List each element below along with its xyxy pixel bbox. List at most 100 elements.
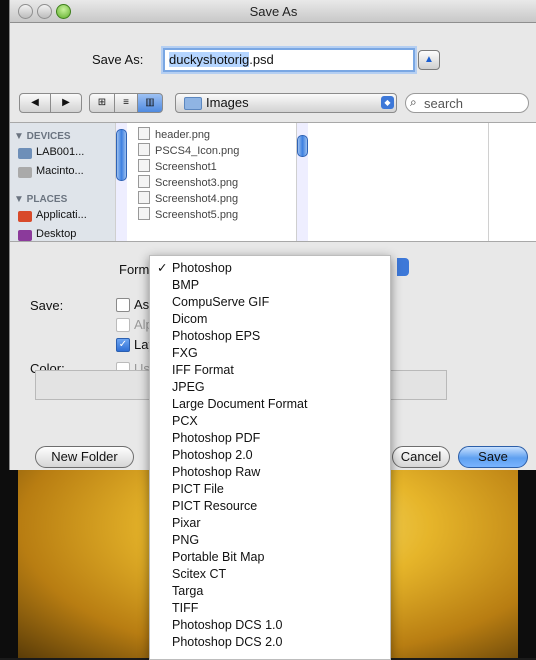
desktop-icon xyxy=(18,230,32,241)
format-menu-item[interactable]: Photoshop 2.0 xyxy=(150,447,390,464)
files-column: header.png PSCS4_Icon.png Screenshot1 Sc… xyxy=(126,123,297,241)
sidebar-item-applications[interactable]: Applicati... xyxy=(36,209,87,221)
format-menu-item-label: Portable Bit Map xyxy=(172,550,265,564)
format-menu-item[interactable]: PICT Resource xyxy=(150,498,390,515)
format-menu-item[interactable]: Photoshop DCS 1.0 xyxy=(150,617,390,634)
format-menu-item-label: PNG xyxy=(172,533,200,547)
back-button[interactable]: ◀ xyxy=(19,93,51,113)
format-menu-item[interactable]: Scitex CT xyxy=(150,566,390,583)
file-item[interactable]: Screenshot1 xyxy=(138,159,217,175)
file-item[interactable]: PSCS4_Icon.png xyxy=(138,143,239,159)
format-menu-item[interactable]: PICT File xyxy=(150,481,390,498)
file-icon xyxy=(138,207,150,220)
search-placeholder: search xyxy=(424,96,464,111)
format-menu-item-label: PCX xyxy=(172,414,198,428)
computer-icon xyxy=(18,148,32,159)
file-icon xyxy=(138,191,150,204)
file-item[interactable]: Screenshot4.png xyxy=(138,191,238,207)
format-menu-item[interactable]: FXG xyxy=(150,345,390,362)
column-view-button[interactable]: ▥ xyxy=(137,93,163,113)
format-menu-item-label: Photoshop PDF xyxy=(172,431,261,445)
filename-input[interactable]: duckyshotorig.psd xyxy=(163,48,415,72)
format-menu-item[interactable]: JPEG xyxy=(150,379,390,396)
format-menu-item[interactable]: CompuServe GIF xyxy=(150,294,390,311)
file-item[interactable]: Screenshot3.png xyxy=(138,175,238,191)
forward-button[interactable]: ▶ xyxy=(50,93,82,113)
devices-header: ▼ DEVICES xyxy=(14,131,71,142)
empty-column xyxy=(308,123,489,241)
window-title: Save As xyxy=(249,4,298,19)
format-menu-item[interactable]: PNG xyxy=(150,532,390,549)
icon-view-button[interactable]: ⊞ xyxy=(89,93,115,113)
applications-icon xyxy=(18,211,32,222)
format-menu-item[interactable]: Pixar xyxy=(150,515,390,532)
folder-icon xyxy=(184,97,202,110)
hard-drive-icon xyxy=(18,167,32,178)
column-view-icon: ▥ xyxy=(145,97,155,108)
format-menu-item[interactable]: Portable Bit Map xyxy=(150,549,390,566)
location-popup[interactable]: Images ◆ xyxy=(175,93,397,113)
checkmark-icon: ✓ xyxy=(157,261,168,275)
format-menu-item-label: Photoshop 2.0 xyxy=(172,448,253,462)
format-popup-arrows[interactable] xyxy=(397,258,409,276)
sidebar-item-desktop[interactable]: Desktop xyxy=(36,228,76,240)
search-field[interactable]: ⌕ search xyxy=(405,93,529,113)
format-menu-item[interactable]: BMP xyxy=(150,277,390,294)
sidebar: ▼ DEVICES LAB001... Macinto... ▼ PLACES … xyxy=(10,123,127,241)
format-menu-item[interactable]: Photoshop EPS xyxy=(150,328,390,345)
format-menu-item[interactable]: Photoshop DCS 2.0 xyxy=(150,634,390,651)
as-copy-checkbox[interactable] xyxy=(116,298,130,312)
format-menu-item-label: TIFF xyxy=(172,601,199,615)
sidebar-item-macintosh[interactable]: Macinto... xyxy=(36,165,84,177)
file-icon xyxy=(138,143,150,156)
format-menu-item-label: JPEG xyxy=(172,380,205,394)
format-menu-item-label: FXG xyxy=(172,346,198,360)
cancel-button[interactable]: Cancel xyxy=(392,446,450,468)
title-bar: Save As xyxy=(10,0,536,23)
save-button[interactable]: Save xyxy=(458,446,528,468)
format-menu-item-label: Photoshop EPS xyxy=(172,329,261,343)
places-header: ▼ PLACES xyxy=(14,194,68,205)
format-menu-item[interactable]: ✓ Photoshop xyxy=(150,260,390,277)
format-menu-item[interactable]: Targa xyxy=(150,583,390,600)
alpha-checkbox[interactable] xyxy=(116,318,130,332)
format-menu-item-label: Photoshop xyxy=(172,261,232,275)
format-menu-item-label: Pixar xyxy=(172,516,201,530)
expand-dialog-button[interactable]: ▲ xyxy=(418,50,440,70)
file-item[interactable]: header.png xyxy=(138,127,210,143)
list-view-button[interactable]: ≡ xyxy=(114,93,138,113)
format-menu-item-label: PICT File xyxy=(172,482,224,496)
format-menu-item-label: Photoshop DCS 1.0 xyxy=(172,618,283,632)
search-icon: ⌕ xyxy=(410,95,417,109)
format-menu-item-label: PICT Resource xyxy=(172,499,258,513)
layers-checkbox[interactable]: ✓ xyxy=(116,338,130,352)
format-menu-item[interactable]: TIFF xyxy=(150,600,390,617)
file-icon xyxy=(138,127,150,140)
format-menu-item[interactable]: PCX xyxy=(150,413,390,430)
location-label: Images xyxy=(206,95,249,110)
list-view-icon: ≡ xyxy=(123,97,129,108)
new-folder-button[interactable]: New Folder xyxy=(35,446,134,468)
format-menu-item-label: BMP xyxy=(172,278,200,292)
format-menu-item-label: Large Document Format xyxy=(172,397,308,411)
file-icon xyxy=(138,159,150,172)
as-copy-label: As xyxy=(134,297,150,312)
popup-arrows-icon: ◆ xyxy=(381,96,394,109)
format-menu-item-label: Photoshop DCS 2.0 xyxy=(172,635,283,649)
format-menu-item-label: Scitex CT xyxy=(172,567,227,581)
file-item[interactable]: Screenshot5.png xyxy=(138,207,238,223)
format-menu-item[interactable]: Dicom xyxy=(150,311,390,328)
file-icon xyxy=(138,175,150,188)
format-menu-item-label: Targa xyxy=(172,584,204,598)
files-scroll-thumb[interactable] xyxy=(297,135,308,157)
filename-extension: .psd xyxy=(249,52,274,67)
files-scrollbar[interactable] xyxy=(296,123,308,241)
format-menu-item[interactable]: Photoshop PDF xyxy=(150,430,390,447)
icon-view-icon: ⊞ xyxy=(97,97,107,108)
format-menu-item[interactable]: IFF Format xyxy=(150,362,390,379)
format-menu-item[interactable]: Photoshop Raw xyxy=(150,464,390,481)
sidebar-item-lab001[interactable]: LAB001... xyxy=(36,146,84,158)
filename-selected: duckyshotorig xyxy=(169,52,250,67)
format-menu-item-label: IFF Format xyxy=(172,363,234,377)
format-menu-item[interactable]: Large Document Format xyxy=(150,396,390,413)
